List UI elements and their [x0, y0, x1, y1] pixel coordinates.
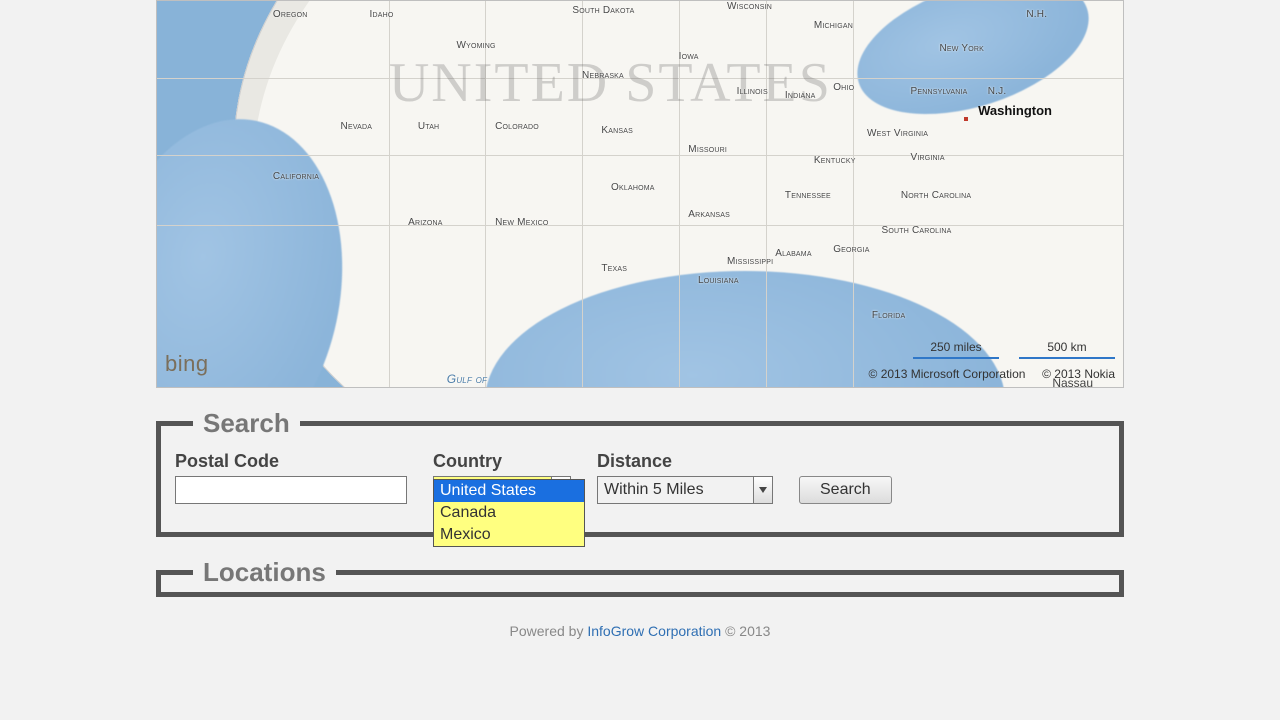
capital-label: Washington	[978, 103, 1052, 118]
state-border-line	[853, 1, 854, 387]
locations-legend: Locations	[193, 557, 336, 588]
chevron-down-icon	[759, 487, 767, 493]
footer: Powered by InfoGrow Corporation © 2013	[156, 623, 1124, 639]
footer-powered: Powered by	[510, 623, 588, 639]
country-option-us[interactable]: United States	[434, 480, 584, 502]
footer-copyright: © 2013	[725, 623, 770, 639]
distance-select-value: Within 5 Miles	[597, 476, 753, 504]
map[interactable]: UNITED STATES OregonIdahoWyomingNevadaUt…	[156, 0, 1124, 388]
country-dropdown[interactable]: United States Canada Mexico	[433, 479, 585, 547]
capital-marker	[964, 117, 968, 121]
bing-logo: bing	[165, 351, 209, 377]
locations-panel: Locations	[156, 557, 1124, 597]
footer-link-infogrow[interactable]: InfoGrow Corporation	[587, 623, 721, 639]
scale-km: 500 km	[1019, 340, 1115, 359]
country-label: Country	[433, 451, 571, 472]
search-panel: Search Postal Code Country United States…	[156, 408, 1124, 537]
postal-code-label: Postal Code	[175, 451, 407, 472]
scale-km-label: 500 km	[1047, 340, 1086, 354]
scale-miles-label: 250 miles	[930, 340, 981, 354]
distance-label: Distance	[597, 451, 773, 472]
distance-select[interactable]: Within 5 Miles	[597, 476, 773, 504]
search-legend: Search	[193, 408, 300, 439]
distance-select-toggle[interactable]	[753, 476, 773, 504]
map-watermark: UNITED STATES	[389, 51, 832, 115]
scale-miles: 250 miles	[913, 340, 999, 359]
credit-microsoft: © 2013 Microsoft Corporation	[869, 367, 1026, 381]
postal-code-input[interactable]	[175, 476, 407, 504]
search-button[interactable]: Search	[799, 476, 892, 504]
state-border-line	[157, 155, 1123, 156]
state-border-line	[157, 225, 1123, 226]
country-option-canada[interactable]: Canada	[434, 502, 584, 524]
nassau-label: Nassau	[1052, 376, 1093, 388]
map-scale: 250 miles 500 km	[913, 340, 1115, 359]
country-option-mexico[interactable]: Mexico	[434, 524, 584, 546]
